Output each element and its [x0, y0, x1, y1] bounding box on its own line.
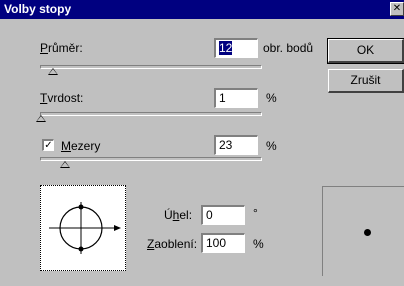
spacing-label-text: ezery [71, 139, 101, 153]
hardness-input[interactable]: 1 [214, 88, 258, 108]
diameter-accel: P [40, 41, 49, 55]
brush-preview [322, 186, 404, 276]
spacing-label: Mezery [61, 139, 100, 153]
diameter-value: 12 [219, 41, 233, 55]
hardness-slider-thumb[interactable] [36, 115, 46, 122]
angle-label: Úhel: [164, 208, 192, 222]
window-title: Volby stopy [4, 2, 72, 16]
diameter-label: Průměr: [40, 41, 83, 55]
cancel-button[interactable]: Zrušit [328, 69, 404, 93]
angle-value: 0 [206, 208, 213, 222]
hardness-label: Tvrdost: [40, 91, 83, 105]
diameter-unit: obr. bodů [263, 41, 314, 55]
angle-label-post: el: [179, 208, 193, 222]
spacing-slider-thumb[interactable] [60, 161, 70, 168]
roundness-label: Zaoblení: [147, 237, 197, 251]
angle-unit: ° [253, 206, 258, 220]
close-button[interactable]: ✕ [390, 2, 404, 16]
spacing-input[interactable]: 23 [214, 135, 258, 155]
spacing-slider-track[interactable] [40, 157, 262, 161]
hardness-label-text: vrdost: [47, 91, 84, 105]
roundness-unit: % [253, 237, 264, 251]
angle-label-pre: Ú [164, 208, 173, 222]
spacing-checkbox[interactable]: ✓ [42, 139, 54, 151]
roundness-input[interactable]: 100 [201, 233, 245, 253]
spacing-accel: M [61, 139, 71, 153]
title-bar: Volby stopy ✕ [0, 0, 404, 19]
brush-preview-dot [364, 229, 371, 236]
diameter-slider-thumb[interactable] [48, 68, 58, 75]
spacing-value: 23 [219, 138, 233, 152]
angle-input[interactable]: 0 [201, 205, 245, 225]
diameter-slider-track[interactable] [40, 65, 262, 69]
close-icon: ✕ [392, 3, 402, 14]
angle-roundness-diagram[interactable] [40, 185, 126, 271]
diameter-label-text: růměr: [48, 41, 83, 55]
ok-button[interactable]: OK [327, 38, 404, 64]
hardness-slider-track[interactable] [40, 112, 262, 116]
roundness-label-text: aoblení: [154, 237, 198, 251]
brush-shape-icon [49, 202, 121, 254]
spacing-unit: % [266, 139, 277, 153]
diameter-input[interactable]: 12 [214, 38, 258, 58]
hardness-value: 1 [219, 91, 226, 105]
roundness-value: 100 [206, 236, 227, 250]
check-icon: ✓ [44, 140, 53, 151]
hardness-unit: % [266, 91, 277, 105]
